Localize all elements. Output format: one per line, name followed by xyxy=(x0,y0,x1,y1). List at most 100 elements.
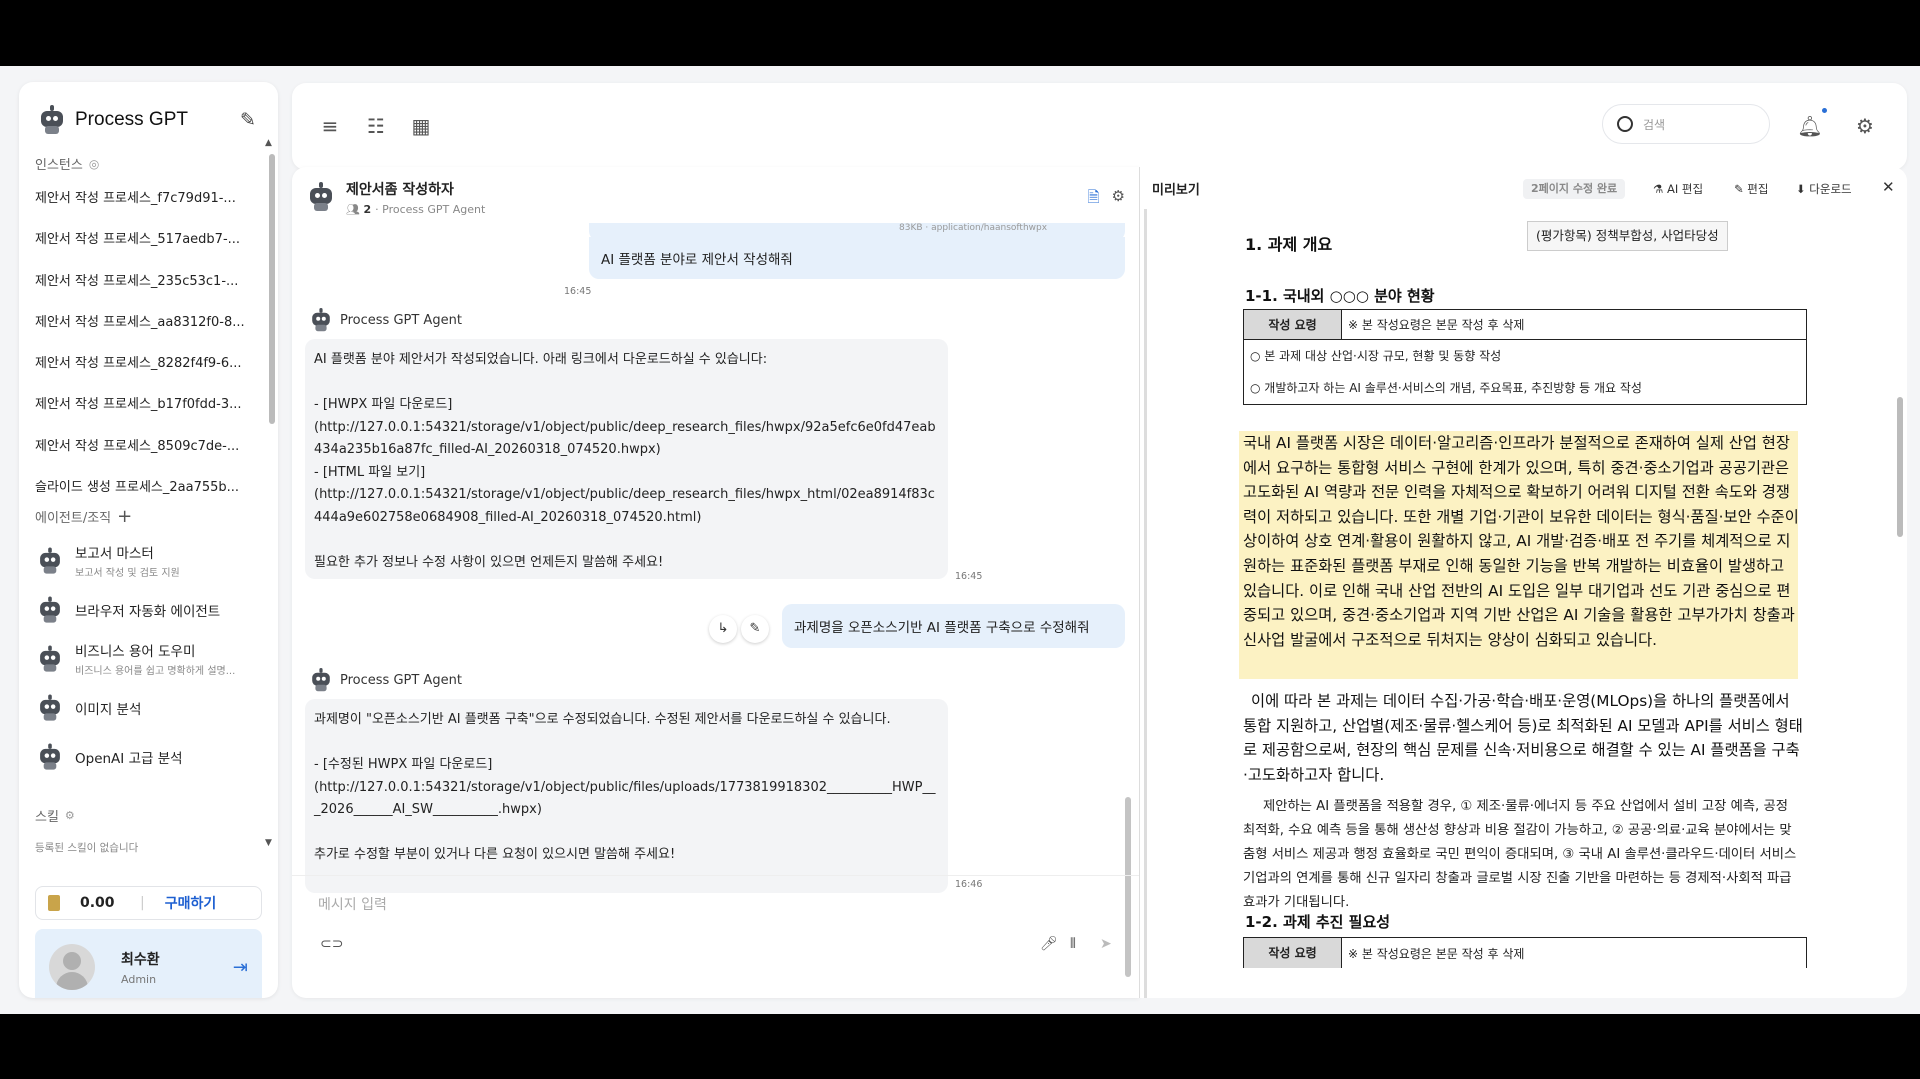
logout-icon[interactable]: ⇥ xyxy=(233,957,248,978)
guide-text: ※ 본 작성요령은 본문 작성 후 삭제 xyxy=(1348,318,1525,332)
doc-criteria-box: (평가항목) 정책부합성, 사업타당성 xyxy=(1527,221,1728,251)
search-placeholder: 검색 xyxy=(1643,117,1666,132)
app-title: Process GPT xyxy=(75,109,188,130)
instance-item[interactable]: 제안서 작성 프로세스_f7c79d91-... xyxy=(35,178,263,219)
user-name: 최수환 xyxy=(121,951,160,968)
add-agent-icon[interactable]: + xyxy=(117,506,132,527)
user-message: 과제명을 오픈소스기반 AI 플랫폼 구축으로 수정해줘 xyxy=(782,604,1125,648)
chat-panel: 제안서좀 작성하자 👥︎ 2 · Process GPT Agent 🗎 ⚙ 83… xyxy=(292,167,1139,998)
preview-scrollbar[interactable] xyxy=(1897,397,1903,537)
app-screen: Process GPT ✎ 인스턴스 ◎ 제안서 작성 프로세스_f7c79d91… xyxy=(0,66,1920,1014)
grid-view-icon[interactable]: ▦ xyxy=(408,113,434,139)
ai-icon: ⚗ xyxy=(1653,182,1664,196)
agent-item[interactable]: 브라우저 자동화 에이전트 xyxy=(35,585,263,634)
document-icon[interactable]: 🗎 xyxy=(1087,187,1099,212)
robot-avatar-icon xyxy=(306,182,336,212)
voice-wave-icon[interactable]: ⫴ xyxy=(1070,936,1076,952)
sidebar: Process GPT ✎ 인스턴스 ◎ 제안서 작성 프로세스_f7c79d91… xyxy=(19,82,278,998)
sidebar-scroll-up-icon[interactable]: ▲ xyxy=(265,138,272,148)
skills-empty: 등록된 스킬이 없습니다 xyxy=(35,842,139,854)
document-view: 1. 과제 개요 (평가항목) 정책부합성, 사업타당성 1-1. 국내외 ○○… xyxy=(1144,209,1890,998)
instance-item[interactable]: 슬라이드 생성 프로세스_2aa755b... xyxy=(35,467,263,508)
download-button[interactable]: ⬇ 다운로드 xyxy=(1796,181,1852,197)
edit-message-icon[interactable]: ✎ xyxy=(741,615,769,643)
agent-item[interactable]: 보고서 마스터보고서 작성 및 검토 지원 xyxy=(35,536,263,585)
chat-settings-icon[interactable]: ⚙ xyxy=(1112,187,1125,212)
guide-text: ※ 본 작성요령은 본문 작성 후 삭제 xyxy=(1348,946,1525,961)
search-icon xyxy=(1617,116,1633,132)
agent-list: 보고서 마스터보고서 작성 및 검토 지원 브라우저 자동화 에이전트 비즈니스… xyxy=(35,536,263,781)
sidebar-scroll-down-icon[interactable]: ▼ xyxy=(265,838,272,848)
message-input[interactable]: 메시지 입력 xyxy=(318,894,387,914)
instances-section-title: 인스턴스 ◎ xyxy=(35,156,100,174)
chat-header: 제안서좀 작성하자 👥︎ 2 · Process GPT Agent 🗎 ⚙ xyxy=(292,167,1139,227)
agent-desc: 보고서 작성 및 검토 지원 xyxy=(75,568,180,579)
guide-label: 작성 요령 xyxy=(1244,938,1342,968)
instance-list: 제안서 작성 프로세스_f7c79d91-... 제안서 작성 프로세스_517… xyxy=(35,178,263,508)
pencil-icon: ✎ xyxy=(1734,182,1744,196)
reply-icon[interactable]: ↳ xyxy=(709,615,737,643)
instance-item[interactable]: 제안서 작성 프로세스_aa8312f0-8... xyxy=(35,302,263,343)
message-input-area[interactable]: 메시지 입력 ⊂⊃ 🎤︎ ⫴ ➤ xyxy=(292,875,1139,998)
robot-avatar-icon xyxy=(309,668,333,692)
doc-paragraph: 제안하는 AI 플랫폼을 적용할 경우, ① 제조·물류·에너지 등 주요 산업… xyxy=(1243,799,1797,910)
user-card[interactable]: 최수환 Admin ⇥ xyxy=(35,929,262,998)
skills-section-title: 스킬 ⚙ xyxy=(35,809,75,825)
agent-name: 보고서 마스터 xyxy=(75,546,154,562)
robot-avatar-icon xyxy=(37,596,64,623)
menu-lines-icon[interactable]: ≡ xyxy=(317,113,343,139)
agents-section-title: 에이전트/조직 + xyxy=(35,506,133,527)
attach-icon[interactable]: ⊂⊃ xyxy=(320,936,343,952)
instance-item[interactable]: 제안서 작성 프로세스_8282f4f9-6... xyxy=(35,343,263,384)
robot-avatar-icon xyxy=(37,547,64,574)
list-view-icon[interactable]: ☷ xyxy=(363,113,389,139)
logo-row: Process GPT ✎ xyxy=(37,100,260,140)
instance-item[interactable]: 제안서 작성 프로세스_235c53c1-... xyxy=(35,261,263,302)
agent-message: 과제명이 "오픈소스기반 AI 플랫폼 구축"으로 수정되었습니다. 수정된 제… xyxy=(305,699,948,893)
agent-item[interactable]: 이미지 분석 xyxy=(35,683,263,732)
chat-title: 제안서좀 작성하자 xyxy=(346,181,454,198)
agent-item[interactable]: 비즈니스 용어 도우미 비즈니스 용어를 쉽고 명확하게 설명... xyxy=(35,634,263,683)
message-time: 16:45 xyxy=(564,286,592,297)
avatar xyxy=(49,944,95,990)
guide-bullet: ○ 개발하고자 하는 AI 솔루션·서비스의 개념, 주요목표, 추진방향 등 … xyxy=(1250,381,1642,395)
close-icon[interactable]: ✕ xyxy=(1882,178,1895,196)
agent-sender: Process GPT Agent xyxy=(306,665,462,695)
edit-button[interactable]: ✎ 편집 xyxy=(1734,181,1768,197)
agent-name: OpenAI 고급 분석 xyxy=(75,750,183,767)
coin-icon xyxy=(48,895,60,911)
agent-name: 브라우저 자동화 에이전트 xyxy=(75,603,221,620)
doc-subheading: 1-1. 국내외 ○○○ 분야 현황 xyxy=(1245,287,1435,305)
bell-icon[interactable]: 🔔︎ xyxy=(1797,113,1823,139)
sidebar-scrollbar[interactable] xyxy=(269,154,275,424)
notification-dot xyxy=(1822,108,1827,113)
mic-icon[interactable]: 🎤︎ xyxy=(1040,936,1058,952)
new-chat-icon[interactable]: ✎ xyxy=(236,108,260,132)
doc-paragraph: 이에 따라 본 과제는 데이터 수집·가공·학습·배포·운영(MLOps)을 하… xyxy=(1243,692,1803,784)
buy-button[interactable]: 구매하기 xyxy=(165,893,217,913)
agent-sender: Process GPT Agent xyxy=(306,305,462,335)
send-icon[interactable]: ➤ xyxy=(1100,936,1112,952)
highlighted-paragraph: 국내 AI 플랫폼 시장은 데이터·알고리즘·인프라가 분절적으로 존재하여 실… xyxy=(1243,434,1799,649)
check-circle-icon: ◎ xyxy=(88,156,100,171)
user-role: Admin xyxy=(121,972,157,986)
divider: | xyxy=(140,895,145,911)
agent-message: AI 플랫폼 분야 제안서가 작성되었습니다. 아래 링크에서 다운로드하실 수… xyxy=(305,339,948,579)
gear-icon[interactable]: ⚙ xyxy=(1852,113,1878,139)
preview-title: 미리보기 xyxy=(1152,182,1200,198)
top-bar: ≡ ☷ ▦ 검색 🔔︎ ⚙ xyxy=(292,83,1907,170)
agent-item[interactable]: OpenAI 고급 분석 xyxy=(35,732,263,781)
message-time: 16:45 xyxy=(955,571,983,582)
doc-guide-table: 작성 요령 ※ 본 작성요령은 본문 작성 후 삭제 ○ 본 과제 대상 산업·시… xyxy=(1243,309,1807,405)
instance-item[interactable]: 제안서 작성 프로세스_517aedb7-... xyxy=(35,219,263,260)
instance-item[interactable]: 제안서 작성 프로세스_8509c7de-... xyxy=(35,426,263,467)
credits-box: 0.00 | 구매하기 xyxy=(35,886,262,920)
ai-edit-button[interactable]: ⚗ AI 편집 xyxy=(1653,181,1703,197)
search-input[interactable]: 검색 xyxy=(1602,104,1770,144)
doc-subheading: 1-2. 과제 추진 필요성 xyxy=(1245,913,1391,931)
preview-header: 미리보기 2페이지 수정 완료 ⚗ AI 편집 ✎ 편집 ⬇ 다운로드 ✕ xyxy=(1140,167,1907,209)
instance-item[interactable]: 제안서 작성 프로세스_b17f0fdd-3... xyxy=(35,384,263,425)
robot-avatar-icon xyxy=(37,743,64,770)
guide-bullet: ○ 본 과제 대상 산업·시장 규모, 현황 및 동향 작성 xyxy=(1250,349,1502,363)
robot-logo-icon xyxy=(37,105,67,135)
